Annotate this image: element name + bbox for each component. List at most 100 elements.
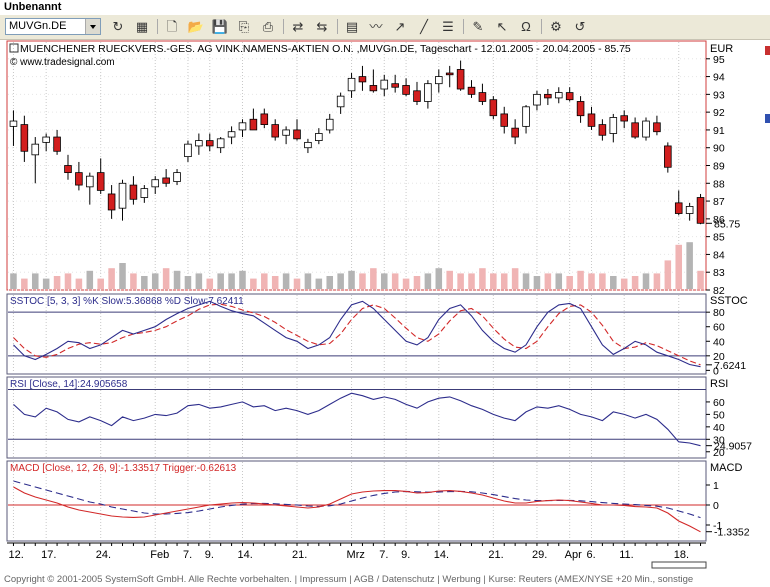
volume-bar — [370, 268, 377, 289]
candle-down — [544, 93, 552, 99]
symbol-combobox[interactable]: MUVGn.DE — [5, 18, 101, 35]
volume-bar — [402, 278, 410, 289]
volume-bar — [544, 273, 552, 289]
candle-down — [489, 99, 498, 117]
settings-icon[interactable]: ⚙ — [546, 18, 566, 35]
price-tick-label: 88 — [713, 178, 725, 190]
candle-down — [402, 85, 410, 95]
candle-down — [664, 145, 672, 168]
time-tick-label: 12. — [8, 549, 23, 561]
volume-bar — [610, 276, 617, 289]
candle-up — [195, 140, 203, 147]
volume-bar — [97, 278, 104, 289]
rsi-tick-label: 40 — [713, 422, 725, 434]
candle-up — [380, 79, 389, 90]
volume-bar — [282, 273, 290, 289]
refresh-icon[interactable]: ↻ — [108, 18, 128, 35]
time-tick-label: 21. — [488, 549, 503, 561]
time-tick-label: 17. — [41, 549, 56, 561]
stoch-axis-name: SSTOC — [710, 295, 748, 307]
magnet-icon[interactable]: Ω — [516, 18, 536, 35]
volume-bar — [141, 276, 148, 289]
print-icon[interactable]: ⎙ — [258, 18, 278, 35]
candle-up — [238, 122, 247, 131]
volume-bar — [500, 273, 508, 289]
time-tick-label: 14. — [434, 549, 449, 561]
stoch-tick-label: 80 — [713, 307, 725, 319]
indicator-icon[interactable]: 〰 — [366, 18, 386, 35]
candle-up — [347, 77, 356, 92]
open-folder-icon[interactable]: 📂 — [186, 18, 206, 35]
volume-bar — [359, 273, 366, 289]
time-scrollbar — [651, 561, 707, 569]
toolbar-separator — [463, 19, 464, 34]
candle-down — [293, 129, 301, 140]
candle-up — [424, 83, 432, 102]
candle-up — [118, 182, 127, 209]
volume-bar — [250, 278, 257, 289]
volume-bar — [53, 276, 61, 289]
volume-bar — [326, 276, 334, 289]
copy-icon[interactable]: ⎘ — [234, 18, 254, 35]
drawing-icon[interactable]: ✎ — [468, 18, 488, 35]
properties-icon[interactable]: ☰ — [438, 18, 458, 35]
toolbar-separator — [283, 19, 284, 34]
line-tool-icon[interactable]: ╱ — [414, 18, 434, 35]
candle-up — [227, 131, 236, 138]
candle-up — [533, 93, 541, 106]
calendar-icon[interactable]: ▦ — [132, 18, 152, 35]
candle-down — [64, 165, 72, 174]
trend-icon[interactable]: ↗ — [390, 18, 410, 35]
price-tick-label: 84 — [713, 249, 725, 261]
chevron-down-icon[interactable] — [85, 19, 100, 34]
volume-bar — [108, 268, 115, 289]
price-tick-label: 95 — [713, 54, 725, 66]
candle-up — [282, 129, 290, 136]
volume-bar — [31, 273, 39, 289]
volume-bar — [468, 273, 475, 289]
toolbar-separator — [157, 19, 158, 34]
candle-down — [631, 122, 639, 138]
stoch-label: SSTOC [5, 3, 3] %K Slow:5.36868 %D Slow:… — [10, 296, 244, 307]
candle-up — [435, 76, 443, 85]
volume-bar — [151, 273, 159, 289]
candle-up — [216, 138, 225, 149]
side-marker-blue — [765, 114, 770, 123]
price-tick-label: 94 — [713, 72, 725, 84]
chart-compare-icon[interactable]: ⇄ — [288, 18, 308, 35]
candle-down — [467, 86, 476, 95]
volume-bar — [664, 260, 672, 289]
candle-up — [609, 117, 618, 134]
candle-down — [620, 115, 628, 122]
time-tick-label: 9. — [401, 549, 410, 561]
volume-bar — [642, 273, 650, 289]
candle-up — [642, 120, 650, 138]
volume-bar — [293, 278, 301, 289]
rsi-tick-label: 60 — [713, 397, 725, 409]
candle-down — [205, 140, 214, 147]
volume-bar — [206, 278, 214, 289]
candle-down — [53, 136, 61, 152]
stoch-last-label: 7.6241 — [714, 360, 746, 372]
chart-type-icon[interactable]: ▤ — [342, 18, 362, 35]
candle-up — [336, 95, 345, 108]
chart-swap-icon[interactable]: ⇆ — [312, 18, 332, 35]
price-tick-label: 91 — [713, 125, 725, 137]
undo-icon[interactable]: ↺ — [570, 18, 590, 35]
volume-bar — [380, 273, 388, 289]
candle-down — [696, 197, 705, 224]
volume-bar — [75, 278, 83, 289]
pointer-icon[interactable]: ↖ — [492, 18, 512, 35]
candle-up — [9, 120, 18, 127]
volume-bar — [228, 273, 235, 289]
volume-bar — [173, 270, 181, 289]
save-icon[interactable]: 💾 — [210, 18, 230, 35]
candle-down — [162, 177, 170, 184]
stoch-tick-label: 40 — [713, 336, 725, 348]
volume-bar — [620, 278, 628, 289]
volume-bar — [413, 276, 421, 289]
new-document-icon[interactable]: 🗋 — [162, 18, 182, 35]
volume-bar — [588, 273, 595, 289]
candle-down — [445, 72, 454, 76]
time-tick-label: 21. — [292, 549, 307, 561]
